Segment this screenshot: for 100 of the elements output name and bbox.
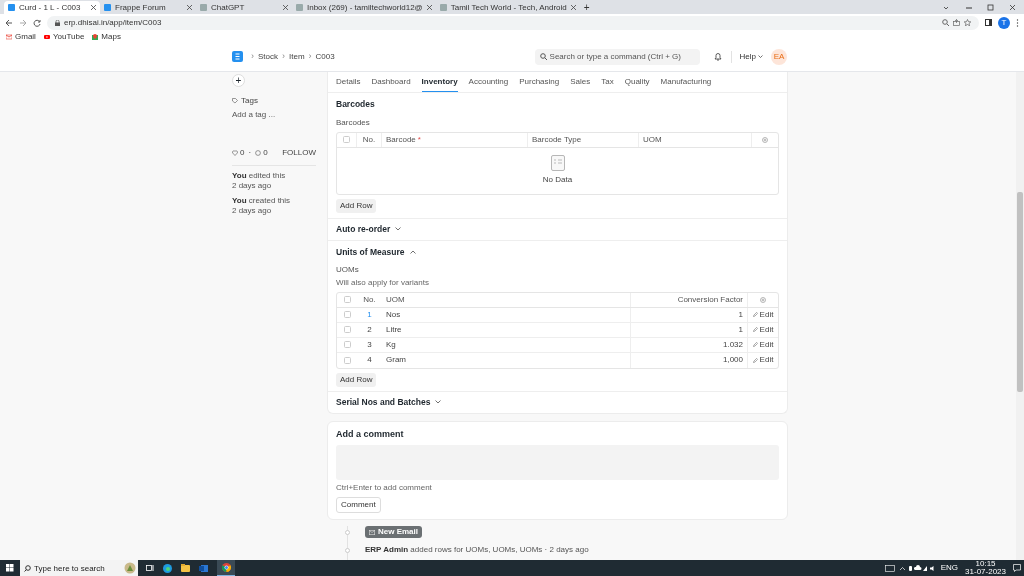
section-heading[interactable]: Auto re-order [336, 222, 391, 236]
form-tab[interactable]: Purchasing [519, 72, 560, 92]
table-cell: 2 [367, 323, 372, 336]
scrollbar-thumb[interactable] [1017, 192, 1023, 392]
add-row-button[interactable]: Add Row [336, 372, 377, 387]
empty-message: No Data [542, 174, 573, 187]
separator-dot: · [248, 147, 252, 159]
taskbar-search-field[interactable]: Type here to search [20, 560, 138, 576]
edit-link[interactable]: Edit [752, 338, 774, 351]
profile-avatar[interactable]: T [998, 16, 1010, 29]
column-header: Conversion Factor [677, 293, 743, 306]
form-tab[interactable]: Dashboard [371, 72, 411, 92]
bell-icon[interactable] [713, 52, 722, 61]
section-heading[interactable]: Units of Measure [336, 245, 405, 259]
notifications-icon[interactable] [1013, 564, 1021, 572]
column-header: UOM [386, 293, 405, 306]
add-row-button[interactable]: Add Row [336, 198, 377, 213]
browser-tab[interactable]: ChatGPT [196, 1, 292, 14]
follow-link[interactable]: FOLLOW [282, 147, 316, 159]
clock[interactable]: 10:15 31-07-2023 [965, 560, 1006, 576]
system-tray-icons-drawing[interactable] [899, 564, 936, 572]
url-text: erp.dhisai.in/app/item/C003 [64, 16, 162, 29]
close-icon[interactable] [283, 5, 288, 10]
task-view-icon[interactable] [146, 564, 154, 572]
form-tab[interactable]: Manufacturing [660, 72, 712, 92]
form-tab[interactable]: Accounting [468, 72, 509, 92]
language-indicator[interactable]: ENG [940, 562, 959, 574]
form-tab[interactable]: Details [336, 72, 361, 92]
breadcrumb-link[interactable]: Stock [258, 50, 278, 63]
browser-tab[interactable]: Tamil Tech World - Tech, Android [435, 1, 580, 14]
browser-tab[interactable]: Curd - 1 L - C003 [4, 1, 100, 14]
section-heading[interactable]: Serial Nos and Batches [336, 395, 431, 409]
field-label: Barcodes [336, 116, 370, 129]
edit-link[interactable]: Edit [752, 308, 774, 321]
tag-icon [232, 98, 238, 104]
checkbox[interactable] [343, 311, 351, 318]
checkbox[interactable] [343, 356, 351, 364]
column-header: UOM [643, 133, 662, 146]
tab-title: ChatGPT [211, 1, 246, 14]
page-icon [296, 4, 303, 11]
form-tab[interactable]: Inventory [421, 72, 458, 92]
new-email-button[interactable]: New Email [365, 526, 422, 538]
pencil-icon [752, 357, 758, 363]
table-cell: 1,000 [722, 354, 743, 366]
close-icon[interactable] [570, 5, 576, 10]
chevron-down-icon[interactable] [435, 400, 442, 404]
mail-icon [369, 529, 375, 535]
chevron-up-icon[interactable] [409, 250, 416, 255]
form-tab[interactable]: Sales [570, 72, 591, 92]
section-heading: Add a comment [336, 427, 404, 441]
taskbar-app-button[interactable] [217, 560, 235, 576]
form-tab[interactable]: Quality [624, 72, 650, 92]
star-icon[interactable] [964, 19, 971, 26]
help-dropdown[interactable]: Help [739, 50, 763, 63]
tags-label: Tags [241, 95, 258, 107]
keyboard-icon[interactable] [884, 564, 895, 572]
bookmark[interactable]: YouTube [43, 31, 85, 42]
chevron-down-icon[interactable] [395, 227, 402, 232]
reload-icon[interactable] [33, 18, 41, 27]
checkbox[interactable] [343, 136, 350, 144]
tab-title: Tamil Tech World - Tech, Android [450, 1, 567, 14]
page-icon [104, 4, 111, 11]
table-cell: Gram [386, 354, 406, 366]
more-icon[interactable] [1016, 18, 1019, 27]
browser-tab[interactable]: Frappe Forum [100, 1, 196, 14]
tab-title: Curd - 1 L - C003 [19, 1, 82, 14]
breadcrumb-link[interactable]: C003 [315, 50, 335, 63]
search-icon [539, 53, 547, 60]
heart-icon[interactable] [232, 150, 238, 156]
close-icon[interactable] [187, 5, 192, 10]
form-tab[interactable]: Tax [601, 72, 614, 92]
add-tag-link[interactable]: Add a tag ... [232, 109, 276, 121]
browser-tab[interactable]: Inbox (269) - tamiltechworld12@ [292, 1, 436, 14]
close-icon[interactable] [91, 5, 96, 10]
new-tab-button[interactable]: + [579, 1, 594, 14]
search-icon [24, 564, 31, 572]
chrome-icon [221, 563, 231, 572]
side-panel-icon[interactable] [985, 19, 992, 26]
table-cell: Kg [386, 338, 396, 351]
edit-link[interactable]: Edit [752, 323, 774, 336]
breadcrumb-link[interactable]: Item [289, 50, 305, 63]
search-field[interactable]: Search or type a command (Ctrl + G) [534, 48, 700, 65]
add-button[interactable]: + [232, 74, 245, 87]
bookmark[interactable]: Maps [92, 31, 121, 42]
zoom-icon[interactable] [942, 19, 949, 26]
bookmark[interactable]: Gmail [6, 31, 36, 42]
column-header: No. [363, 293, 376, 306]
back-icon[interactable] [5, 18, 13, 27]
edit-link[interactable]: Edit [752, 354, 774, 366]
table-cell: 4 [367, 354, 372, 366]
checkbox[interactable] [343, 326, 351, 333]
map-pin-icon [92, 33, 99, 40]
checkbox[interactable] [343, 341, 351, 348]
address-bar[interactable]: erp.dhisai.in/app/item/C003 [47, 15, 979, 30]
folder-icon[interactable] [181, 564, 190, 572]
checkbox[interactable] [343, 296, 351, 303]
share-icon[interactable] [953, 19, 960, 26]
comment-button[interactable]: Comment [336, 497, 381, 513]
app-logo-icon[interactable] [232, 51, 243, 62]
close-icon[interactable] [426, 5, 432, 10]
